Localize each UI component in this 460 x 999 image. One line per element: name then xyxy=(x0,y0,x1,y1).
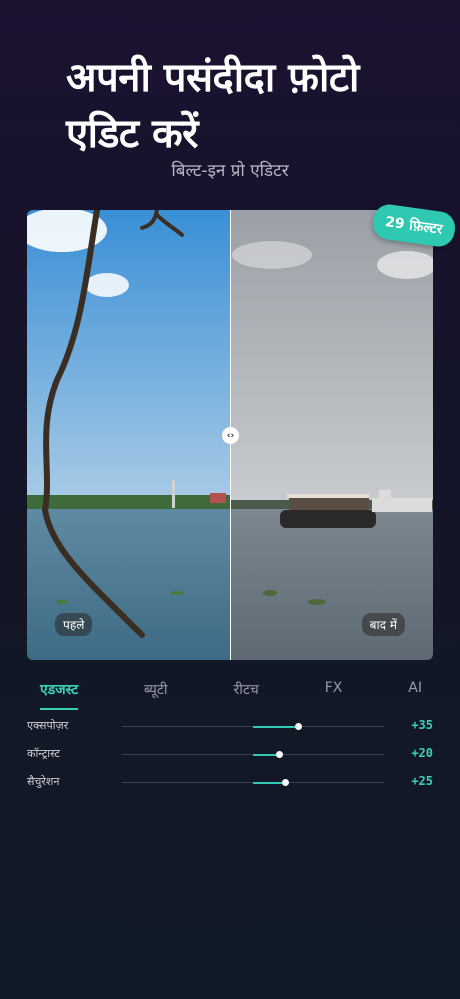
slider-knob[interactable] xyxy=(275,751,283,758)
editor-tabs: एडजस्ट ब्यूटी रीटच FX AI xyxy=(0,680,460,710)
tab-ai[interactable]: AI xyxy=(408,680,422,706)
slider-knob[interactable] xyxy=(282,779,290,786)
tab-beauty[interactable]: ब्यूटी xyxy=(144,680,168,706)
before-label: पहले xyxy=(55,613,93,636)
slider-value: +35 xyxy=(411,718,433,732)
saturation-slider-row: सैचुरेशन +25 xyxy=(27,774,433,794)
exposure-slider[interactable] xyxy=(122,723,384,730)
exposure-slider-row: एक्सपोज़र +35 xyxy=(27,718,433,738)
slider-fill xyxy=(253,781,286,784)
page-subtitle: बिल्ट-इन प्रो एडिटर xyxy=(171,161,289,181)
slider-fill xyxy=(253,725,299,728)
tab-adjust[interactable]: एडजस्ट xyxy=(40,680,79,710)
slider-value: +25 xyxy=(411,774,433,788)
saturation-slider[interactable] xyxy=(122,779,384,786)
after-label: बाद में xyxy=(361,613,405,636)
tab-fx[interactable]: FX xyxy=(325,680,343,706)
page-title: अपनी पसंदीदा फ़ोटो एडिट करें xyxy=(66,55,359,157)
slider-label: कॉन्ट्रास्ट xyxy=(27,747,60,760)
slider-knob[interactable] xyxy=(295,723,303,730)
before-after-preview[interactable]: ‹› पहले बाद में xyxy=(27,210,433,660)
tab-retouch[interactable]: रीटच xyxy=(233,680,258,706)
compare-handle-icon[interactable]: ‹› xyxy=(222,427,239,444)
contrast-slider[interactable] xyxy=(122,751,384,758)
contrast-slider-row: कॉन्ट्रास्ट +20 xyxy=(27,746,433,766)
slider-label: एक्सपोज़र xyxy=(27,719,69,732)
slider-label: सैचुरेशन xyxy=(27,775,60,788)
slider-value: +20 xyxy=(411,746,433,760)
